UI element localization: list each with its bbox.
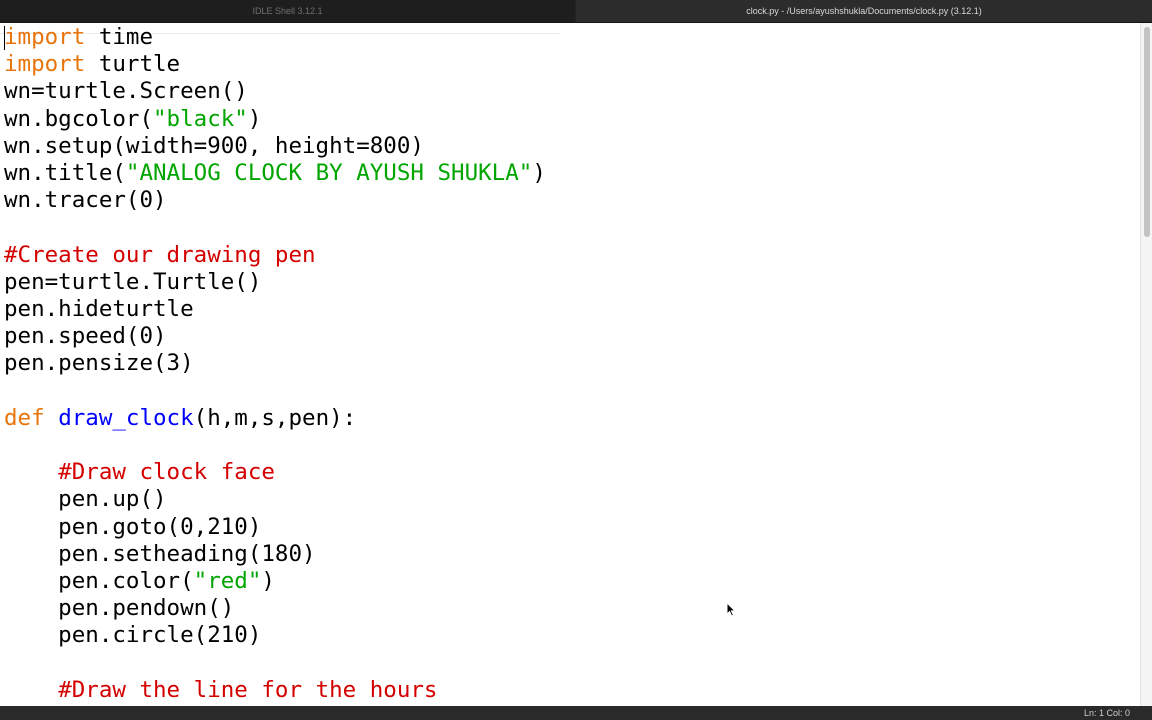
code-line[interactable]: wn.setup(width=900, height=800) xyxy=(4,133,424,160)
code-line[interactable]: import turtle xyxy=(4,51,180,78)
mouse-pointer-icon xyxy=(726,602,736,617)
code-token-default: wn.title( xyxy=(4,160,126,186)
cursor-position: Ln: 1 Col: 0 xyxy=(1083,708,1130,718)
code-token-default: pen.pendown() xyxy=(4,595,235,622)
code-token-default: pen.up() xyxy=(4,486,167,513)
code-token-default: pen.hideturtle xyxy=(4,296,194,322)
code-token-default: pen.circle(210) xyxy=(4,622,262,649)
code-line[interactable]: pen.pensize(3) xyxy=(4,350,194,377)
status-bar: Ln: 1 Col: 0 xyxy=(0,706,1152,720)
code-token-default: ) xyxy=(532,160,546,186)
code-token-default: ) xyxy=(261,568,275,594)
code-token-default: wn.tracer(0) xyxy=(4,187,167,214)
code-line[interactable]: pen=turtle.Turtle() xyxy=(4,269,261,296)
code-line[interactable]: pen.setheading(180) xyxy=(4,540,316,568)
code-token-default: wn.bgcolor( xyxy=(4,105,154,132)
code-token-default: pen.speed(0) xyxy=(4,323,167,350)
code-token-comment: #Create our drawing pen xyxy=(4,241,316,268)
code-token-string: "black" xyxy=(153,105,248,132)
code-token-default xyxy=(4,459,58,485)
code-line[interactable]: wn.tracer(0) xyxy=(4,187,167,214)
code-token-definition: draw_clock xyxy=(58,404,194,431)
code-line[interactable]: pen.color("red") xyxy=(4,568,275,595)
code-line[interactable]: wn=turtle.Screen() xyxy=(4,78,248,105)
code-token-default: pen.setheading(180) xyxy=(4,540,316,567)
code-line[interactable]: pen.speed(0) xyxy=(4,323,167,350)
code-line[interactable]: #Create our drawing pen xyxy=(4,242,316,269)
scrollbar-thumb[interactable] xyxy=(1144,27,1150,237)
code-line[interactable]: pen.hideturtle xyxy=(4,296,194,323)
code-token-default xyxy=(4,677,58,703)
code-line[interactable]: #Draw clock face xyxy=(4,459,275,486)
code-line[interactable]: #Draw the line for the hours xyxy=(4,677,437,704)
code-token-string: "ANALOG CLOCK BY AYUSH SHUKLA" xyxy=(125,160,533,186)
code-token-default: turtle xyxy=(85,51,181,78)
code-line[interactable]: import time xyxy=(4,24,153,51)
code-token-comment: #Draw clock face xyxy=(58,459,275,486)
vertical-scrollbar[interactable] xyxy=(1140,23,1152,706)
window-titlebar: IDLE Shell 3.12.1 clock.py - /Users/ayus… xyxy=(0,0,1152,23)
code-token-default: wn.setup(width=900, height=800) xyxy=(4,132,424,159)
code-editor[interactable]: import time import turtle wn=turtle.Screen… xyxy=(0,23,1140,706)
code-token-default: pen.goto(0,210) xyxy=(4,513,262,540)
code-token-default: ) xyxy=(247,105,262,132)
code-token-comment: #Draw the line for the hours xyxy=(58,676,438,703)
code-token-default: wn=turtle.Screen() xyxy=(4,78,248,105)
code-line[interactable]: pen.up() xyxy=(4,486,167,513)
code-line[interactable]: def draw_clock(h,m,s,pen): xyxy=(4,405,356,432)
code-token-default: pen=turtle.Turtle() xyxy=(4,268,262,295)
code-token-string: "red" xyxy=(193,568,262,594)
code-token-keyword: import xyxy=(4,24,86,50)
code-token-keyword: def xyxy=(4,404,45,431)
code-token-default: (h,m,s,pen): xyxy=(193,404,357,431)
code-line[interactable]: pen.pendown() xyxy=(4,595,234,622)
code-token-default: time xyxy=(85,24,154,50)
code-token-default: pen.color( xyxy=(4,568,194,594)
code-token-default: pen.pensize(3) xyxy=(4,350,194,377)
code-token-keyword: import xyxy=(4,51,86,78)
code-line[interactable]: pen.goto(0,210) xyxy=(4,514,261,541)
tab-clock-editor[interactable]: clock.py - /Users/ayushshukla/Documents/… xyxy=(576,0,1152,22)
code-line[interactable]: wn.bgcolor("black") xyxy=(4,106,261,133)
code-line[interactable]: wn.title("ANALOG CLOCK BY AYUSH SHUKLA") xyxy=(4,160,546,187)
code-token-default xyxy=(45,405,59,431)
tab-idle-shell[interactable]: IDLE Shell 3.12.1 xyxy=(0,0,575,22)
code-line[interactable]: pen.circle(210) xyxy=(4,622,261,649)
